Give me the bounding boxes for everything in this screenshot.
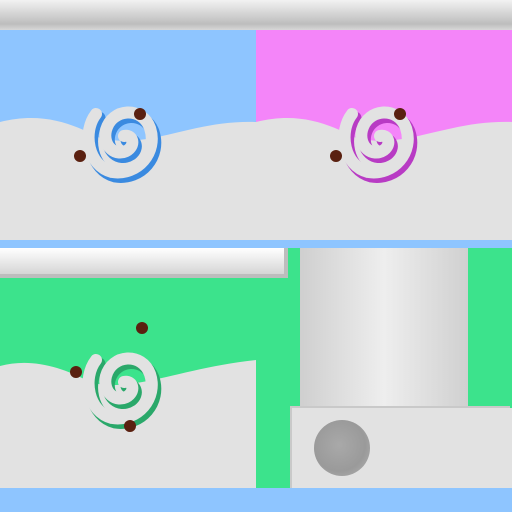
chip-dot xyxy=(330,150,342,162)
swirl-candy-icon[interactable] xyxy=(64,320,184,440)
swirl-candy-icon[interactable] xyxy=(64,74,184,194)
chip-dot xyxy=(74,150,86,162)
chip-dot xyxy=(134,108,146,120)
divider xyxy=(0,240,512,248)
round-hole[interactable] xyxy=(314,420,370,476)
level-cell-pink[interactable] xyxy=(256,30,512,244)
chip-dot xyxy=(124,420,136,432)
chip-dot xyxy=(70,366,82,378)
bottom-strip xyxy=(0,488,512,512)
top-bar xyxy=(0,0,512,30)
chip-dot xyxy=(394,108,406,120)
level-cell-blue[interactable] xyxy=(0,30,256,244)
swirl-candy-icon[interactable] xyxy=(320,74,440,194)
elevator-block xyxy=(300,248,468,413)
slot-bar xyxy=(0,248,288,278)
chip-dot xyxy=(136,322,148,334)
